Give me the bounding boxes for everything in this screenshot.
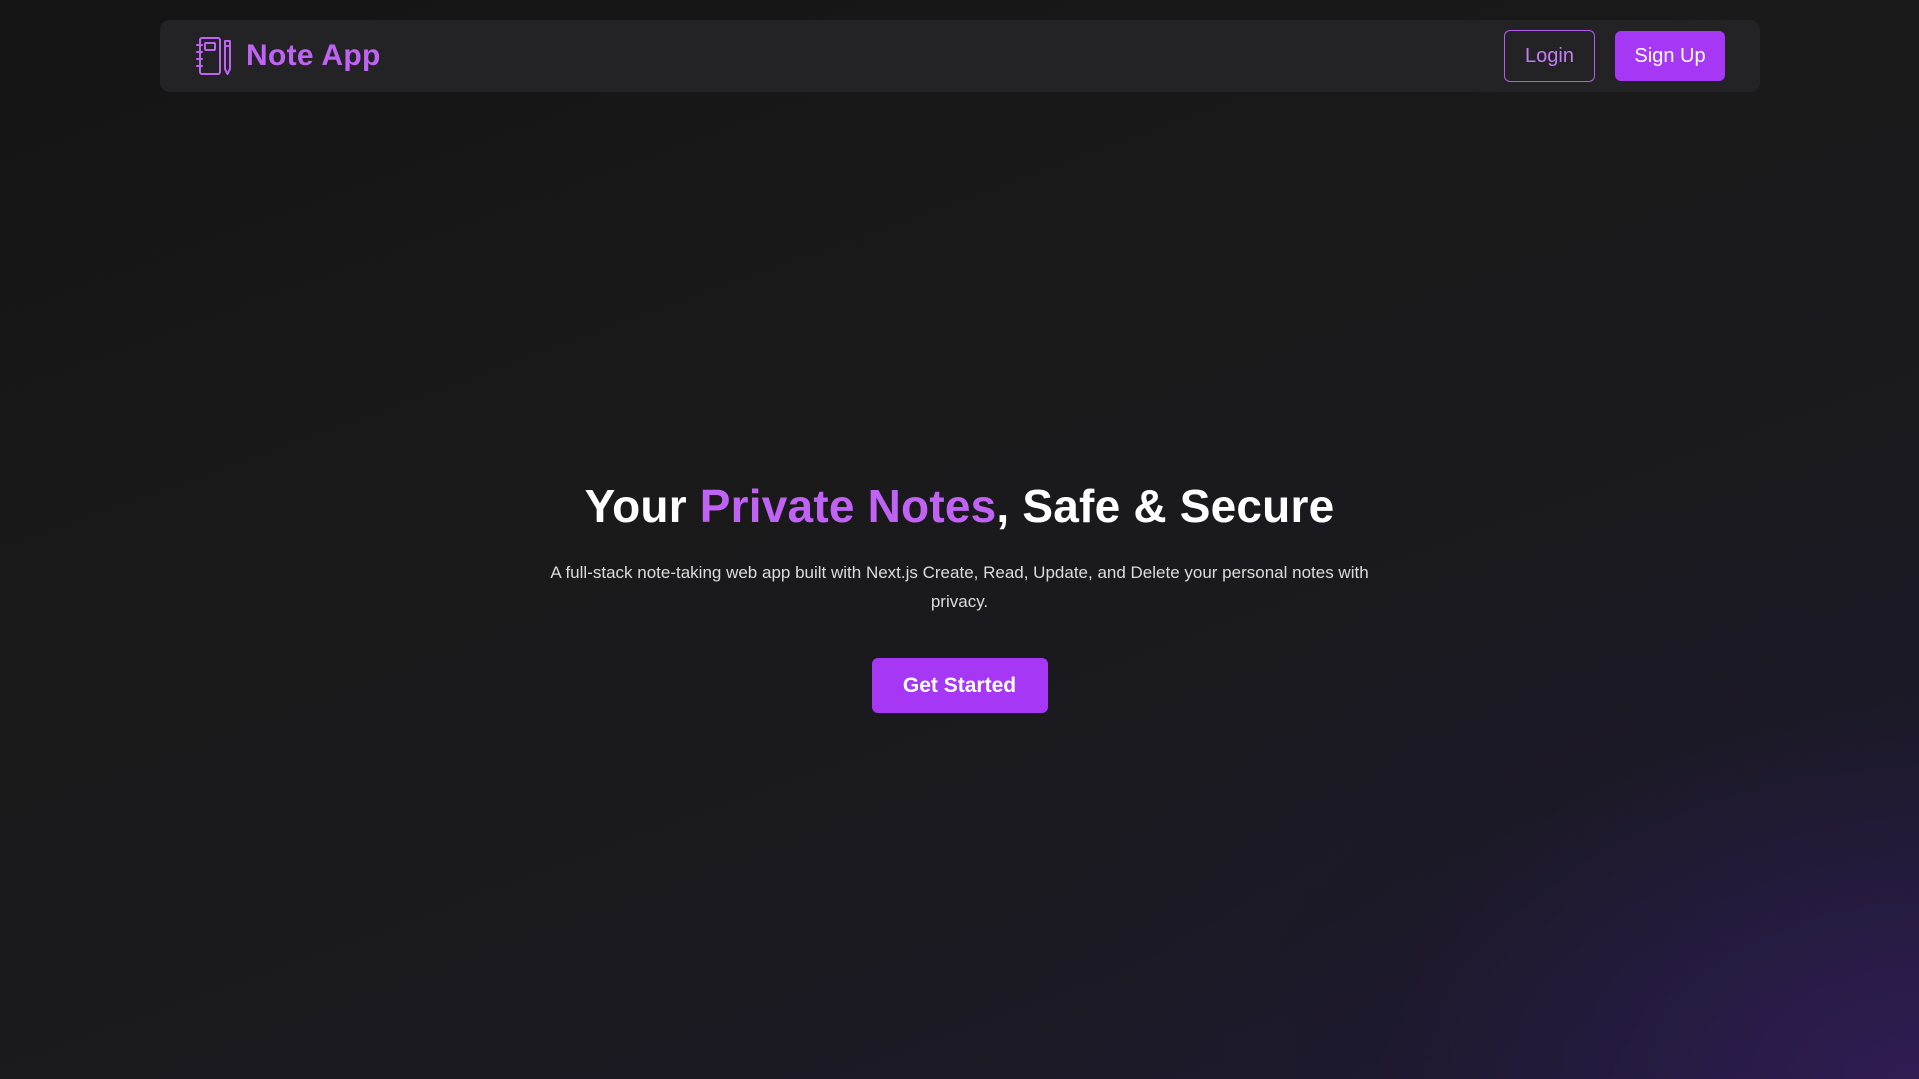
notebook-pencil-icon	[194, 35, 234, 77]
brand-name: Note App	[246, 39, 381, 72]
brand[interactable]: Note App	[194, 35, 381, 77]
nav-actions: Login Sign Up	[1504, 30, 1725, 82]
hero-title-suffix: , Safe & Secure	[996, 480, 1335, 532]
hero-title-highlight: Private Notes	[699, 480, 997, 532]
hero-title-prefix: Your	[584, 480, 700, 532]
get-started-button[interactable]: Get Started	[871, 658, 1048, 713]
navbar: Note App Login Sign Up	[160, 20, 1760, 92]
hero-title: Your Private Notes, Safe & Secure	[0, 470, 1919, 542]
hero-section: Your Private Notes, Safe & Secure A full…	[0, 470, 1919, 713]
signup-button[interactable]: Sign Up	[1615, 31, 1725, 81]
hero-subtitle: A full-stack note-taking web app built w…	[550, 563, 1369, 611]
login-button[interactable]: Login	[1504, 30, 1595, 82]
